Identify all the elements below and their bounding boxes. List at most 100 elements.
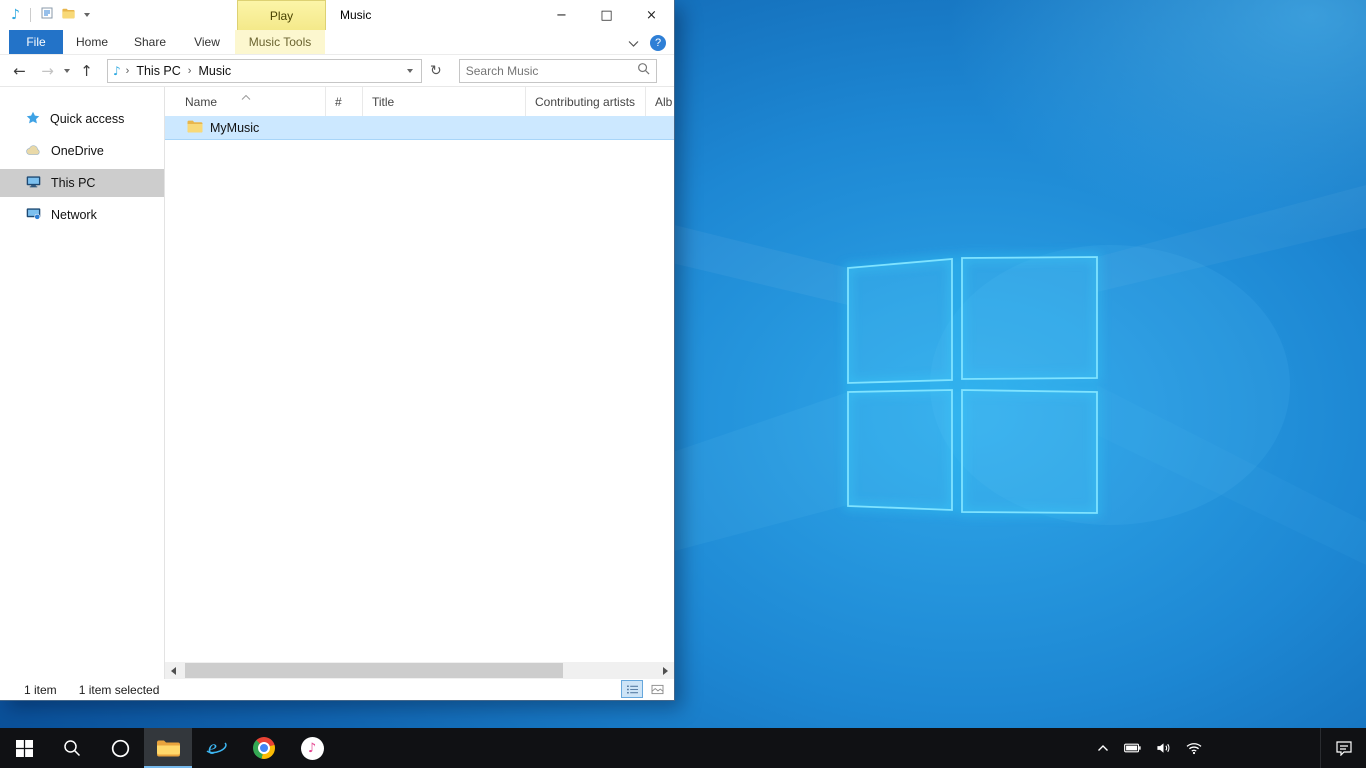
- window-title: Music: [340, 0, 371, 30]
- minimize-button[interactable]: −: [539, 0, 584, 30]
- music-note-icon: ♪: [11, 7, 20, 23]
- navigation-pane: Quick access OneDrive This PC Network: [0, 87, 165, 679]
- customize-toolbar-chevron-icon[interactable]: [84, 13, 90, 17]
- breadcrumb-separator: ›: [126, 65, 130, 77]
- folder-icon: [187, 120, 203, 136]
- forward-button[interactable]: →: [36, 62, 59, 80]
- computer-icon: [26, 175, 41, 191]
- wifi-icon[interactable]: [1186, 742, 1202, 755]
- svg-text:e: e: [208, 737, 217, 759]
- search-input[interactable]: [466, 64, 633, 78]
- location-music-icon: ♪: [113, 64, 121, 78]
- column-header-name[interactable]: Name: [165, 87, 326, 116]
- scroll-left-icon[interactable]: [165, 662, 182, 679]
- sidebar-item-this-pc[interactable]: This PC: [0, 169, 164, 197]
- contextual-tab-play[interactable]: Play: [237, 0, 326, 30]
- chrome-icon: [253, 737, 275, 759]
- column-header-number[interactable]: #: [326, 87, 363, 116]
- column-headers: Name # Title Contributing artists Alb: [165, 87, 674, 116]
- sidebar-item-label: Network: [51, 208, 97, 222]
- music-app-icon: ♪: [301, 737, 324, 760]
- tab-file[interactable]: File: [9, 30, 63, 54]
- breadcrumb-separator: ›: [188, 65, 192, 77]
- sidebar-item-label: This PC: [51, 176, 95, 190]
- show-hidden-icons-chevron-icon[interactable]: [1097, 744, 1109, 752]
- file-name: MyMusic: [210, 121, 259, 135]
- file-list-pane: Name # Title Contributing artists Alb My…: [165, 87, 674, 679]
- properties-icon[interactable]: [41, 6, 53, 24]
- item-count: 1 item: [24, 683, 57, 697]
- taskbar-file-explorer-button[interactable]: [144, 728, 192, 768]
- back-button[interactable]: ←: [8, 62, 31, 80]
- expand-ribbon-chevron-icon[interactable]: [628, 34, 639, 52]
- sidebar-item-label: OneDrive: [51, 144, 104, 158]
- volume-icon[interactable]: [1156, 741, 1171, 755]
- taskbar-chrome-button[interactable]: [240, 728, 288, 768]
- sidebar-item-quick-access[interactable]: Quick access: [0, 105, 164, 133]
- search-icon[interactable]: [637, 62, 650, 80]
- address-dropdown-chevron-icon[interactable]: [407, 69, 413, 73]
- close-button[interactable]: ×: [629, 0, 674, 30]
- sidebar-item-network[interactable]: Network: [0, 201, 164, 229]
- column-label: Alb: [655, 95, 672, 109]
- cortana-circle-icon: [111, 739, 130, 758]
- start-button[interactable]: [0, 728, 48, 768]
- internet-explorer-icon: e: [204, 736, 228, 760]
- battery-icon[interactable]: [1124, 743, 1141, 753]
- taskbar-search-button[interactable]: [48, 728, 96, 768]
- search-icon: [63, 739, 81, 757]
- breadcrumb-this-pc[interactable]: This PC: [134, 64, 182, 78]
- tab-share[interactable]: Share: [121, 30, 179, 54]
- column-header-contributing-artists[interactable]: Contributing artists: [526, 87, 646, 116]
- scroll-right-icon[interactable]: [657, 662, 674, 679]
- sidebar-item-onedrive[interactable]: OneDrive: [0, 137, 164, 165]
- ribbon-tabs: File Home Share View Music Tools ?: [0, 30, 674, 55]
- cortana-button[interactable]: [96, 728, 144, 768]
- maximize-button[interactable]: □: [584, 0, 629, 30]
- quick-access-toolbar: ♪: [0, 6, 90, 24]
- ribbon-right-controls: ?: [628, 30, 666, 55]
- taskbar-music-app-button[interactable]: ♪: [288, 728, 336, 768]
- empty-file-area: [165, 140, 674, 662]
- help-icon[interactable]: ?: [650, 35, 666, 51]
- column-label: Name: [185, 95, 217, 109]
- network-icon: [26, 207, 41, 223]
- status-bar: 1 item 1 item selected: [0, 679, 674, 700]
- star-icon: [26, 111, 40, 127]
- action-center-icon: [1335, 740, 1353, 756]
- taskbar: e ♪: [0, 728, 1366, 768]
- file-explorer-icon: [156, 739, 180, 758]
- breadcrumb-music[interactable]: Music: [196, 64, 233, 78]
- action-center-button[interactable]: [1320, 728, 1366, 768]
- details-view-button[interactable]: [621, 680, 643, 698]
- desktop: ♪ Play Music − □ × File Home Shar: [0, 0, 1366, 768]
- file-row-mymusic[interactable]: MyMusic: [165, 116, 674, 140]
- scrollbar-track[interactable]: [182, 662, 657, 679]
- tab-music-tools[interactable]: Music Tools: [235, 30, 325, 54]
- file-explorer-window: ♪ Play Music − □ × File Home Shar: [0, 0, 674, 700]
- column-header-album[interactable]: Alb: [646, 87, 674, 116]
- view-toggle-buttons: [621, 680, 668, 698]
- up-button[interactable]: ↑: [75, 62, 98, 80]
- column-label: Contributing artists: [535, 95, 635, 109]
- sidebar-item-label: Quick access: [50, 112, 124, 126]
- refresh-button[interactable]: ↻: [427, 63, 445, 79]
- large-icons-view-button[interactable]: [646, 680, 668, 698]
- new-folder-icon[interactable]: [62, 6, 75, 24]
- navigation-bar: ← → ↑ ♪ › This PC › Music ↻: [0, 55, 674, 87]
- toolbar-separator: [30, 8, 31, 22]
- taskbar-internet-explorer-button[interactable]: e: [192, 728, 240, 768]
- recent-locations-chevron-icon[interactable]: [64, 69, 70, 73]
- titlebar[interactable]: ♪ Play Music − □ ×: [0, 0, 674, 30]
- system-tray: [1097, 728, 1202, 768]
- column-header-title[interactable]: Title: [363, 87, 526, 116]
- column-label: Title: [372, 95, 394, 109]
- tab-home[interactable]: Home: [63, 30, 121, 54]
- window-controls: − □ ×: [539, 0, 674, 30]
- selected-count: 1 item selected: [79, 683, 160, 697]
- scrollbar-thumb[interactable]: [185, 663, 563, 678]
- tab-view[interactable]: View: [179, 30, 235, 54]
- address-bar[interactable]: ♪ › This PC › Music: [107, 59, 422, 83]
- onedrive-cloud-icon: [26, 144, 41, 158]
- horizontal-scrollbar[interactable]: [165, 662, 674, 679]
